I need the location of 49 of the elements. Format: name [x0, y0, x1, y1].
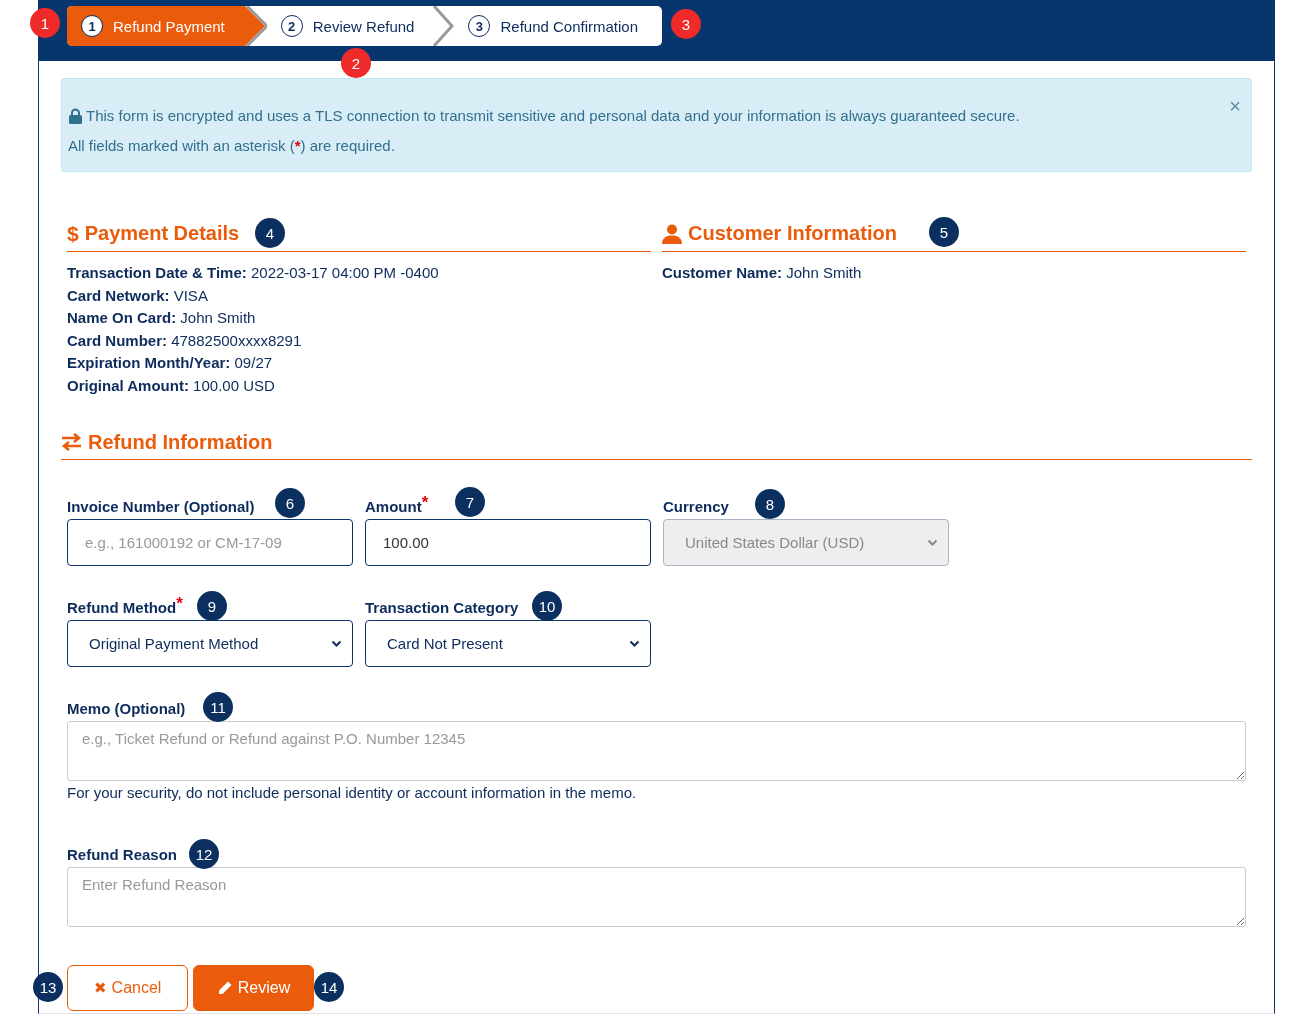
- dropdown[interactable]: Card Not Present: [365, 620, 651, 667]
- section-heading: Refund Information: [88, 430, 273, 454]
- input-field[interactable]: 100.00: [365, 519, 651, 566]
- security-notice: This form is encrypted and uses a TLS connection to transmit sensitive and personal data and your information is always guaranteed secure.: [86, 106, 1020, 126]
- text-area[interactable]: e.g., Ticket Refund or Refund against P.O. Number 12345: [67, 721, 1246, 781]
- callout-badge: 5: [929, 217, 959, 247]
- field-label: Invoice Number (Optional): [67, 498, 255, 515]
- callout-badge: 13: [33, 972, 63, 1002]
- detail-text: Customer Name: John Smith: [662, 263, 862, 283]
- pencil-icon: [216, 980, 233, 996]
- detail-text: Original Amount: 100.00 USD: [67, 375, 275, 396]
- callout-badge: 9: [197, 591, 227, 621]
- callout-badge: 6: [275, 488, 305, 518]
- help-text: For your security, do not include personal identity or account information in the memo.: [67, 784, 637, 801]
- callout-badge: 12: [189, 839, 219, 869]
- text-area[interactable]: Enter Refund Reason: [67, 867, 1246, 927]
- dollar-icon: $: [67, 221, 79, 246]
- callout-badge: 10: [532, 591, 562, 621]
- section-heading: Payment Details: [84, 222, 240, 245]
- step-arrow-icon: [244, 6, 267, 46]
- detail-text: Card Number: 47882500xxxx8291: [67, 330, 302, 351]
- input-field[interactable]: e.g., 161000192 or CM-17-09: [67, 519, 353, 566]
- chevron-down-icon: [927, 538, 938, 547]
- detail-text: Transaction Date & Time: 2022-03-17 04:00 PM -0400: [67, 263, 439, 283]
- callout-badge: 4: [255, 218, 285, 248]
- exchange-arrows-icon: [61, 433, 82, 451]
- field-label: Memo (Optional): [67, 700, 186, 717]
- dropdown[interactable]: Original Payment Method: [67, 620, 353, 667]
- detail-text: Card Network: VISA: [67, 285, 208, 306]
- person-icon: [662, 223, 682, 244]
- field-label: Transaction Category: [365, 599, 519, 616]
- dropdown: United States Dollar (USD): [663, 519, 949, 566]
- callout-badge: 2: [341, 48, 371, 78]
- detail-text: Name On Card: John Smith: [67, 308, 256, 328]
- review-button[interactable]: Review: [193, 965, 314, 1011]
- callout-badge: 11: [203, 692, 233, 722]
- lock-icon: [68, 108, 83, 124]
- section-heading: Customer Information: [688, 222, 897, 245]
- required-fields-note: All fields marked with an asterisk (*) are required.: [68, 136, 395, 156]
- chevron-down-icon: [629, 639, 640, 648]
- callout-badge: 1: [30, 8, 60, 38]
- field-label: Currency: [663, 498, 729, 515]
- callout-badge: 14: [314, 972, 344, 1002]
- cancel-button[interactable]: ✖ Cancel: [67, 965, 188, 1011]
- callout-badge: 8: [755, 489, 785, 519]
- field-label: Refund Reason: [67, 846, 177, 863]
- chevron-down-icon: [331, 639, 342, 648]
- detail-text: Expiration Month/Year: 09/27: [67, 353, 273, 373]
- callout-badge: 7: [455, 487, 485, 517]
